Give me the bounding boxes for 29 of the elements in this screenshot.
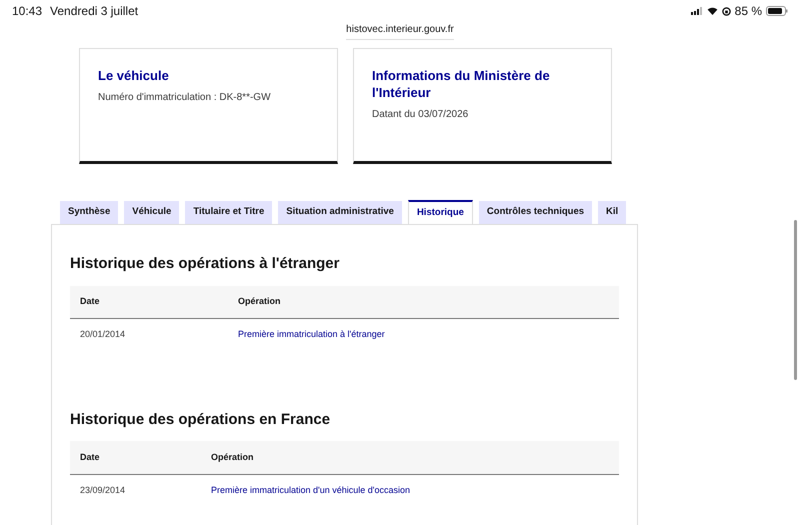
date-cell: 23/09/2014 [80, 484, 126, 494]
tab[interactable]: Véhicule [124, 201, 180, 224]
status-date: Vendredi 3 juillet [50, 3, 138, 20]
tab[interactable]: Situation administrative [278, 201, 402, 224]
tab[interactable]: Kil [598, 201, 626, 224]
card-text: Numéro d'immatriculation : DK-8**-GW [98, 91, 272, 105]
battery-percent: 85 % [734, 3, 762, 20]
column-header: Opération [228, 286, 619, 318]
battery-icon [766, 6, 788, 16]
lock-rotation-icon [722, 6, 731, 16]
tab[interactable]: Contrôles techniques [478, 201, 592, 224]
column-header: Date [70, 441, 201, 474]
section-heading: Historique des opérations en France [70, 410, 332, 430]
tab[interactable]: Historique [408, 200, 473, 224]
status-time: 10:43 [12, 3, 42, 20]
wifi-icon [706, 7, 718, 15]
card-text: Datant du 03/07/2026 [372, 108, 470, 122]
card-title: Le véhicule [98, 67, 170, 84]
card-title: Informations du Ministère de l'Intérieur [372, 67, 551, 101]
operation-link[interactable]: Première immatriculation d'un véhicule d'occasion [211, 484, 410, 494]
tab[interactable]: Synthèse [60, 201, 118, 224]
column-header: Opération [201, 441, 619, 474]
date-cell: 20/01/2014 [80, 329, 126, 339]
url-address[interactable]: histovec.interieur.gouv.fr [346, 22, 454, 40]
operation-link[interactable]: Première immatriculation à l'étranger [238, 329, 385, 339]
tab[interactable]: Titulaire et Titre [185, 201, 272, 224]
column-header: Date [70, 286, 228, 318]
section-heading: Historique des opérations à l'étranger [70, 254, 340, 274]
signal-icon [690, 7, 703, 15]
